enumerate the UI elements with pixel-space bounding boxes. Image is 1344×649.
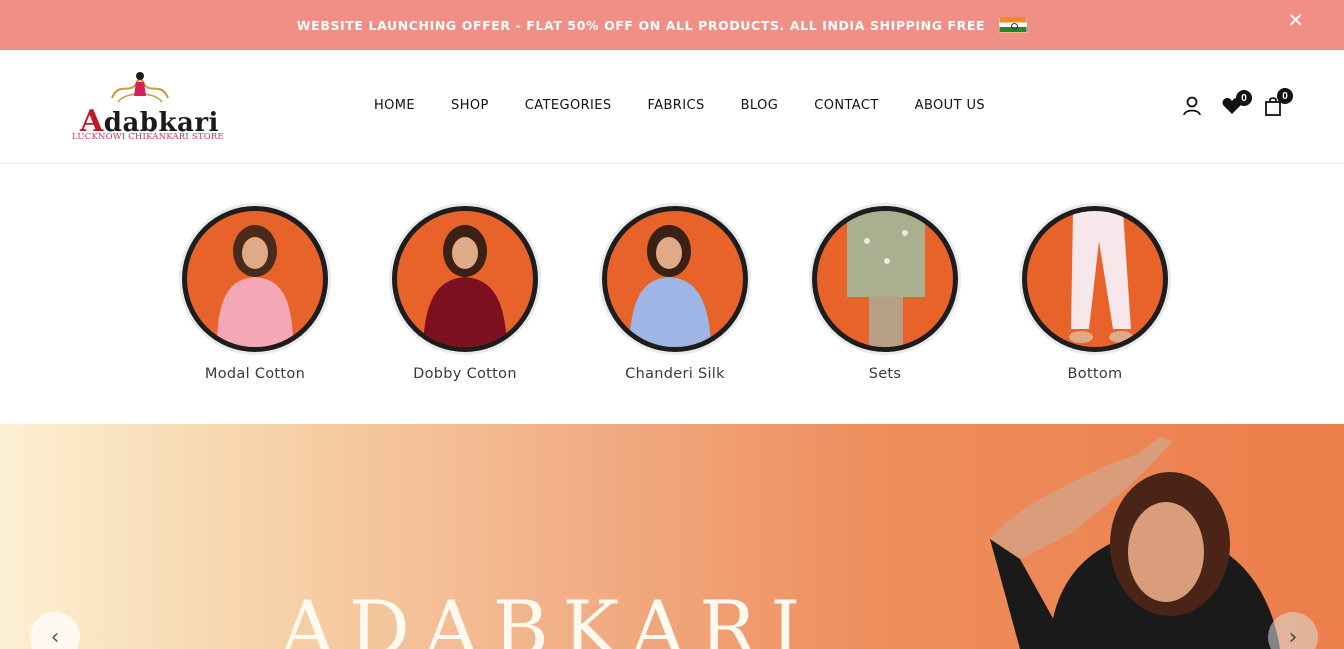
- category-image[interactable]: [812, 206, 958, 352]
- category-row: Modal Cotton Dobby Cotton Chanderi Silk: [0, 164, 1344, 424]
- site-header: Adabkari LUCKNOWI CHIKANKARI STORE HOME …: [0, 50, 1344, 164]
- category-label[interactable]: Modal Cotton: [180, 366, 330, 382]
- india-flag-icon: [999, 17, 1028, 33]
- model-figure-icon: [423, 225, 507, 347]
- nav-contact[interactable]: CONTACT: [814, 98, 878, 113]
- hero-title: ADABKARI: [280, 584, 815, 649]
- category-image[interactable]: [1022, 206, 1168, 352]
- nav-about-us[interactable]: ABOUT US: [915, 98, 985, 113]
- logo[interactable]: Adabkari LUCKNOWI CHIKANKARI STORE: [72, 66, 224, 148]
- hero-model-image: [990, 436, 1280, 649]
- model-figure-icon: [217, 225, 293, 347]
- announcement-text: WEBSITE LAUNCHING OFFER - FLAT 50% OFF O…: [296, 17, 986, 33]
- user-icon[interactable]: [1180, 94, 1204, 118]
- category-bottom[interactable]: Bottom: [1020, 206, 1170, 382]
- category-label[interactable]: Chanderi Silk: [600, 366, 750, 382]
- nav-home[interactable]: HOME: [374, 98, 415, 113]
- hero-banner: ADABKARI ‹ ›: [0, 424, 1344, 649]
- garment-bottom-icon: [1069, 211, 1133, 343]
- logo-ornament-icon: [111, 72, 169, 103]
- logo-tagline: LUCKNOWI CHIKANKARI STORE: [72, 132, 224, 142]
- slider-prev-button[interactable]: ‹: [30, 612, 80, 649]
- category-image[interactable]: [602, 206, 748, 352]
- cart-count-badge: 0: [1277, 88, 1293, 104]
- announcement-bar: WEBSITE LAUNCHING OFFER - FLAT 50% OFF O…: [0, 0, 1344, 50]
- category-modal-cotton[interactable]: Modal Cotton: [180, 206, 330, 382]
- model-figure-icon: [629, 225, 711, 347]
- category-label[interactable]: Dobby Cotton: [390, 366, 540, 382]
- category-chanderi-silk[interactable]: Chanderi Silk: [600, 206, 750, 382]
- category-image[interactable]: [392, 206, 538, 352]
- category-dobby-cotton[interactable]: Dobby Cotton: [390, 206, 540, 382]
- close-icon[interactable]: ✕: [1287, 10, 1304, 30]
- wishlist-count-badge: 0: [1236, 90, 1252, 106]
- nav-blog[interactable]: BLOG: [741, 98, 779, 113]
- category-label[interactable]: Sets: [810, 366, 960, 382]
- nav-shop[interactable]: SHOP: [451, 98, 489, 113]
- category-image[interactable]: [182, 206, 328, 352]
- slider-next-button[interactable]: ›: [1268, 612, 1318, 649]
- garment-sets-icon: [847, 211, 925, 347]
- category-sets[interactable]: Sets: [810, 206, 960, 382]
- nav-categories[interactable]: CATEGORIES: [525, 98, 612, 113]
- main-nav: HOME SHOP CATEGORIES FABRICS BLOG CONTAC…: [374, 98, 1021, 113]
- category-label[interactable]: Bottom: [1020, 366, 1170, 382]
- nav-fabrics[interactable]: FABRICS: [648, 98, 705, 113]
